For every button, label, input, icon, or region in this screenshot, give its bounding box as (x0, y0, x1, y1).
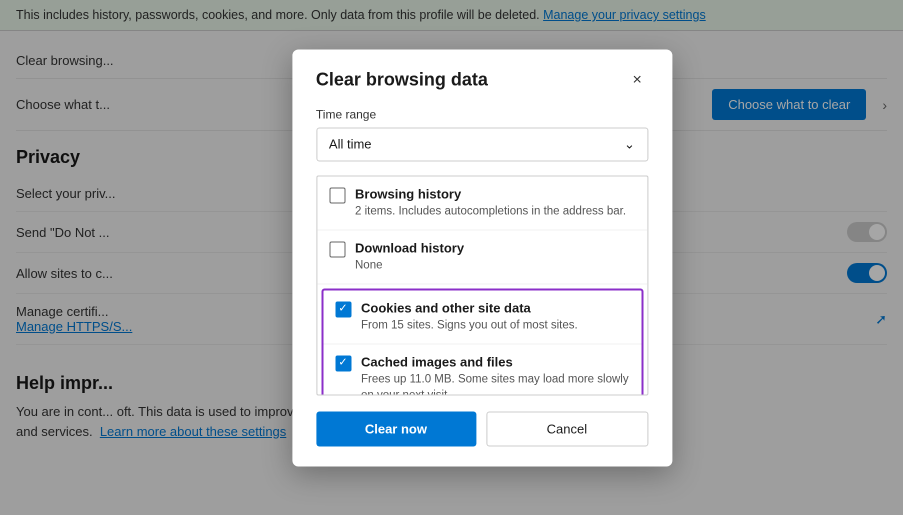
cached-images-item: Cached images and files Frees up 11.0 MB… (323, 344, 641, 395)
modal-header: Clear browsing data × (316, 69, 648, 91)
close-button[interactable]: × (627, 69, 648, 91)
time-range-value: All time (329, 137, 372, 152)
clear-browsing-data-modal: Clear browsing data × Time range All tim… (292, 49, 672, 466)
modal-footer: Clear now Cancel (316, 411, 648, 446)
dropdown-chevron-icon: ⌄ (624, 136, 635, 152)
cancel-button[interactable]: Cancel (486, 411, 648, 446)
cached-images-label: Cached images and files (361, 354, 629, 369)
download-history-desc: None (355, 257, 464, 273)
clear-now-button[interactable]: Clear now (316, 411, 476, 446)
download-history-checkbox[interactable] (329, 241, 345, 257)
cookies-label: Cookies and other site data (361, 300, 578, 315)
cookies-checkbox[interactable] (335, 301, 351, 317)
download-history-item: Download history None (317, 230, 647, 284)
highlighted-checkboxes-group: Cookies and other site data From 15 site… (321, 288, 643, 395)
time-range-dropdown[interactable]: All time ⌄ (316, 127, 648, 161)
checkboxes-container: Browsing history 2 items. Includes autoc… (316, 175, 648, 395)
browsing-history-desc: 2 items. Includes autocompletions in the… (355, 203, 626, 219)
cached-images-desc: Frees up 11.0 MB. Some sites may load mo… (361, 371, 629, 395)
cookies-desc: From 15 sites. Signs you out of most sit… (361, 317, 578, 333)
browsing-history-label: Browsing history (355, 186, 626, 201)
cached-images-checkbox[interactable] (335, 355, 351, 371)
browsing-history-item: Browsing history 2 items. Includes autoc… (317, 176, 647, 230)
download-history-label: Download history (355, 240, 464, 255)
modal-title: Clear browsing data (316, 69, 488, 90)
cookies-item: Cookies and other site data From 15 site… (323, 290, 641, 344)
time-range-label: Time range (316, 107, 648, 121)
browsing-history-checkbox[interactable] (329, 187, 345, 203)
